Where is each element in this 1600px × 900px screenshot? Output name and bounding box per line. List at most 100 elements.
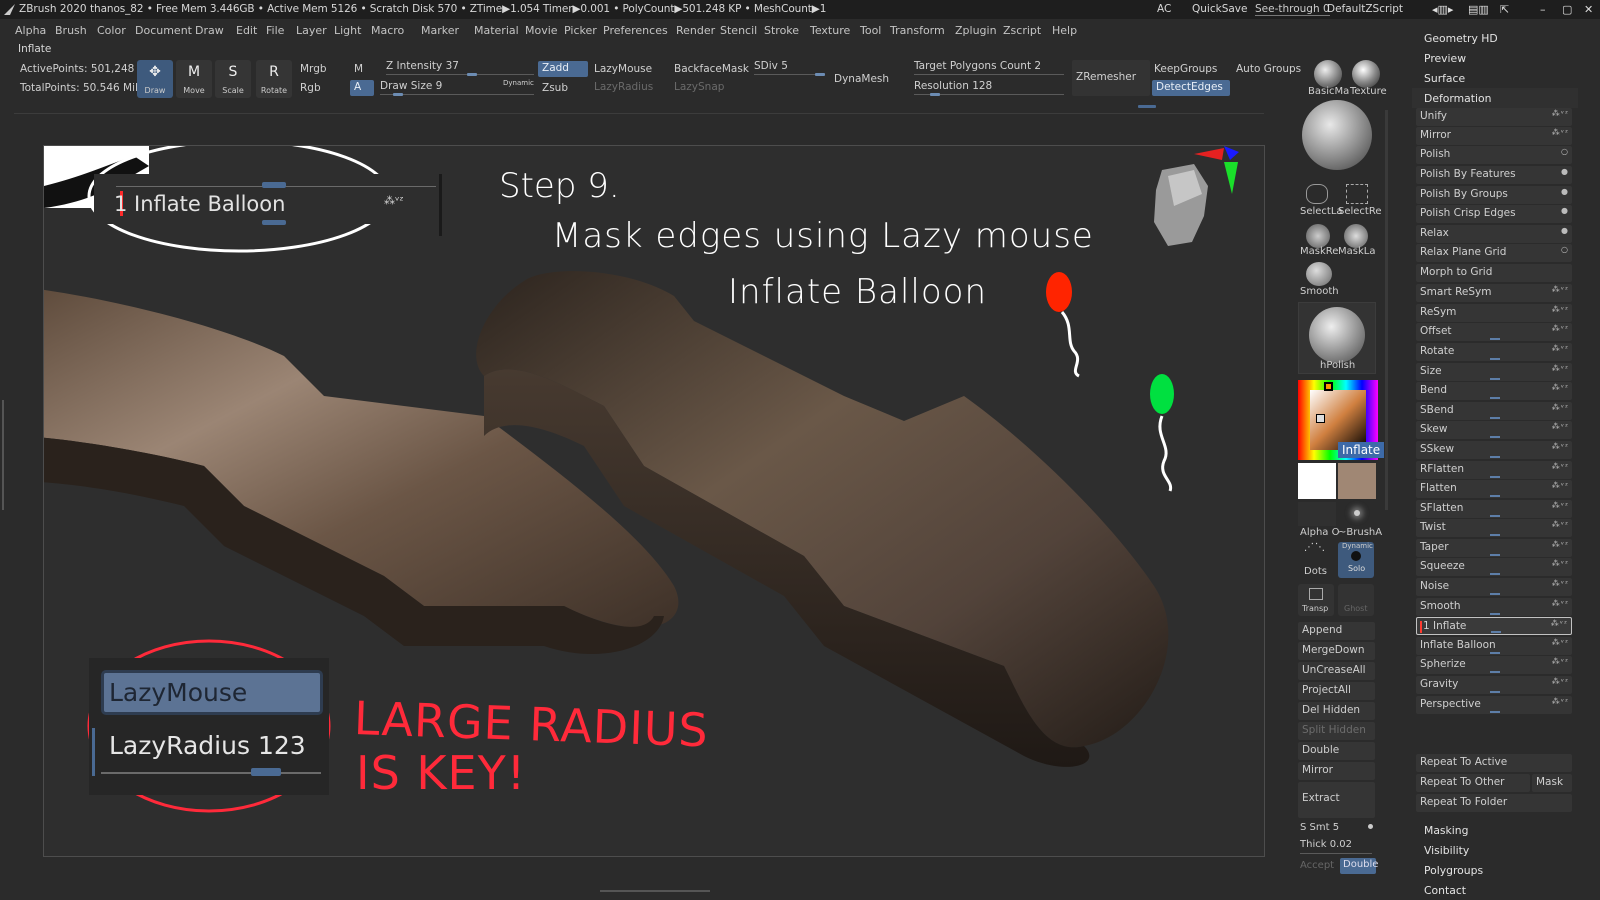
double-button[interactable]: Double xyxy=(1298,742,1375,760)
deformation-header[interactable]: Deformation xyxy=(1424,92,1491,105)
axis-flags-icon[interactable]: ⁂ᵛᶻ xyxy=(1552,677,1569,686)
deformation-polish[interactable]: Polish ○ xyxy=(1416,146,1572,164)
deformation-perspective[interactable]: Perspective ⁂ᵛᶻ xyxy=(1416,696,1572,714)
ghost-button[interactable]: Ghost xyxy=(1338,584,1374,616)
axis-flags-icon[interactable]: ⁂ᵛᶻ xyxy=(1552,383,1569,392)
select-rect-icon[interactable] xyxy=(1346,184,1368,204)
deformation-unify[interactable]: Unify ⁂ᵛᶻ xyxy=(1416,108,1572,126)
mergedown-button[interactable]: MergeDown xyxy=(1298,642,1375,660)
surface-header[interactable]: Surface xyxy=(1424,72,1465,85)
axis-flags-icon[interactable]: ⁂ᵛᶻ xyxy=(1552,109,1569,118)
menu-movie[interactable]: Movie xyxy=(525,24,558,37)
deformation-sbend[interactable]: SBend ⁂ᵛᶻ xyxy=(1416,402,1572,420)
append-button[interactable]: Append xyxy=(1298,622,1375,640)
deformation-polish-crisp-edges[interactable]: Polish Crisp Edges ● xyxy=(1416,205,1572,223)
menu-edit[interactable]: Edit xyxy=(236,24,257,37)
s-smt-slider[interactable]: S Smt 5 xyxy=(1300,822,1339,833)
deformation-polish-by-features[interactable]: Polish By Features ● xyxy=(1416,166,1572,184)
m-button[interactable]: M xyxy=(354,63,363,75)
rgb-button[interactable]: Rgb xyxy=(300,82,321,94)
menu-stencil[interactable]: Stencil xyxy=(720,24,757,37)
menu-picker[interactable]: Picker xyxy=(564,24,597,37)
layout-icon[interactable]: ◂▥▸ xyxy=(1432,3,1453,16)
axis-flags-icon[interactable]: ⁂ᵛᶻ xyxy=(1552,501,1569,510)
axis-flags-icon[interactable]: ⁂ᵛᶻ xyxy=(1552,638,1569,647)
dots-stroke-icon[interactable]: ⋰⋱ xyxy=(1304,542,1332,562)
menu-help[interactable]: Help xyxy=(1052,24,1077,37)
target-polygons-slider[interactable]: Target Polygons Count 2 xyxy=(914,60,1041,72)
axis-flags-icon[interactable]: ⁂ᵛᶻ xyxy=(1552,442,1569,451)
masking-header[interactable]: Masking xyxy=(1424,824,1469,837)
repeat-to-folder-button[interactable]: Repeat To Folder xyxy=(1416,794,1572,812)
menu-file[interactable]: File xyxy=(266,24,284,37)
menu-texture[interactable]: Texture xyxy=(810,24,850,37)
deformation-sskew[interactable]: SSkew ⁂ᵛᶻ xyxy=(1416,441,1572,459)
keepgroups-button[interactable]: KeepGroups xyxy=(1154,63,1217,75)
transp-button[interactable]: Transp xyxy=(1298,584,1334,616)
deformation-taper[interactable]: Taper ⁂ᵛᶻ xyxy=(1416,539,1572,557)
del-hidden-button[interactable]: Del Hidden xyxy=(1298,702,1375,720)
rotate-tool-button[interactable]: R Rotate xyxy=(256,60,292,98)
double-toggle[interactable]: Double xyxy=(1340,858,1378,874)
geometry-hd-header[interactable]: Geometry HD xyxy=(1424,32,1498,45)
axis-flags-icon[interactable]: ⁂ᵛᶻ xyxy=(1552,324,1569,333)
select-lasso-icon[interactable] xyxy=(1306,184,1328,204)
menu-marker[interactable]: Marker xyxy=(421,24,459,37)
lazymouse-button[interactable]: LazyMouse xyxy=(594,63,652,75)
menu-tool[interactable]: Tool xyxy=(860,24,881,37)
menu-macro[interactable]: Macro xyxy=(371,24,404,37)
deformation-polish-by-groups[interactable]: Polish By Groups ● xyxy=(1416,186,1572,204)
mirror-button[interactable]: Mirror xyxy=(1298,762,1375,780)
restore-icon[interactable]: ⇱ xyxy=(1500,3,1509,16)
deformation-smart-resym[interactable]: Smart ReSym ⁂ᵛᶻ xyxy=(1416,284,1572,302)
deformation-inflate-balloon[interactable]: Inflate Balloon ⁂ᵛᶻ xyxy=(1416,637,1572,655)
deformation-rflatten[interactable]: RFlatten ⁂ᵛᶻ xyxy=(1416,461,1572,479)
menu-brush[interactable]: Brush xyxy=(55,24,87,37)
projectall-button[interactable]: ProjectAll xyxy=(1298,682,1375,700)
maximize-icon[interactable]: ▢ xyxy=(1562,3,1572,16)
alpha-thumbnail[interactable] xyxy=(1298,502,1336,526)
draw-tool-button[interactable]: ✥ Draw xyxy=(137,60,173,98)
smooth-brush-icon[interactable] xyxy=(1306,262,1332,286)
deformation-noise[interactable]: Noise ⁂ᵛᶻ xyxy=(1416,578,1572,596)
solo-dynamic-button[interactable]: Dynamic Solo xyxy=(1338,542,1374,578)
deformation-skew[interactable]: Skew ⁂ᵛᶻ xyxy=(1416,421,1572,439)
toggle-dot-icon[interactable]: ● xyxy=(1561,187,1569,196)
canvas-viewport[interactable]: 1 Inflate Balloon ⁂ᵛᶻ Step 9. Mask edges… xyxy=(43,145,1265,857)
move-tool-button[interactable]: M Move xyxy=(176,60,212,98)
menu-zscript[interactable]: Zscript xyxy=(1003,24,1041,37)
axis-flags-icon[interactable]: ⁂ᵛᶻ xyxy=(1552,599,1569,608)
deformation-squeeze[interactable]: Squeeze ⁂ᵛᶻ xyxy=(1416,558,1572,576)
see-through-slider[interactable]: See-through 0 xyxy=(1255,3,1330,16)
menu-alpha[interactable]: Alpha xyxy=(15,24,46,37)
axis-flags-icon[interactable]: ⁂ᵛᶻ xyxy=(1552,285,1569,294)
axis-flags-icon[interactable]: ⁂ᵛᶻ xyxy=(1552,697,1569,706)
material-sphere-preview[interactable] xyxy=(1302,100,1372,170)
lazyradius-slider[interactable]: LazyRadius xyxy=(594,81,653,93)
a-button[interactable]: A xyxy=(350,80,374,96)
mask-button[interactable]: Mask xyxy=(1532,774,1572,792)
deformation-gravity[interactable]: Gravity ⁂ᵛᶻ xyxy=(1416,676,1572,694)
toggle-circle-icon[interactable]: ○ xyxy=(1561,245,1569,254)
bottom-tray-handle[interactable] xyxy=(600,890,710,896)
axis-flags-icon[interactable]: ⁂ᵛᶻ xyxy=(1552,422,1569,431)
right-tray-scrollbar[interactable] xyxy=(1385,110,1388,510)
uncreaseall-button[interactable]: UnCreaseAll xyxy=(1298,662,1375,680)
axis-flags-icon[interactable]: ⁂ᵛᶻ xyxy=(1552,579,1569,588)
deformation-rotate[interactable]: Rotate ⁂ᵛᶻ xyxy=(1416,343,1572,361)
zadd-button[interactable]: Zadd xyxy=(538,61,588,77)
menu-color[interactable]: Color xyxy=(97,24,126,37)
palette-icon[interactable]: ▤▥ xyxy=(1468,3,1489,16)
backfacemask-button[interactable]: BackfaceMask xyxy=(674,63,749,75)
deformation-bend[interactable]: Bend ⁂ᵛᶻ xyxy=(1416,382,1572,400)
mask-lasso-icon[interactable] xyxy=(1344,224,1368,248)
menu-transform[interactable]: Transform xyxy=(890,24,945,37)
deformation-resym[interactable]: ReSym ⁂ᵛᶻ xyxy=(1416,304,1572,322)
menu-document[interactable]: Document xyxy=(135,24,192,37)
scale-tool-button[interactable]: S Scale xyxy=(215,60,251,98)
axis-flags-icon[interactable]: ⁂ᵛᶻ xyxy=(1552,364,1569,373)
toggle-circle-icon[interactable]: ○ xyxy=(1561,147,1569,156)
menu-material[interactable]: Material xyxy=(474,24,519,37)
deformation-morph-to-grid[interactable]: Morph to Grid xyxy=(1416,264,1572,282)
deformation-smooth[interactable]: Smooth ⁂ᵛᶻ xyxy=(1416,598,1572,616)
